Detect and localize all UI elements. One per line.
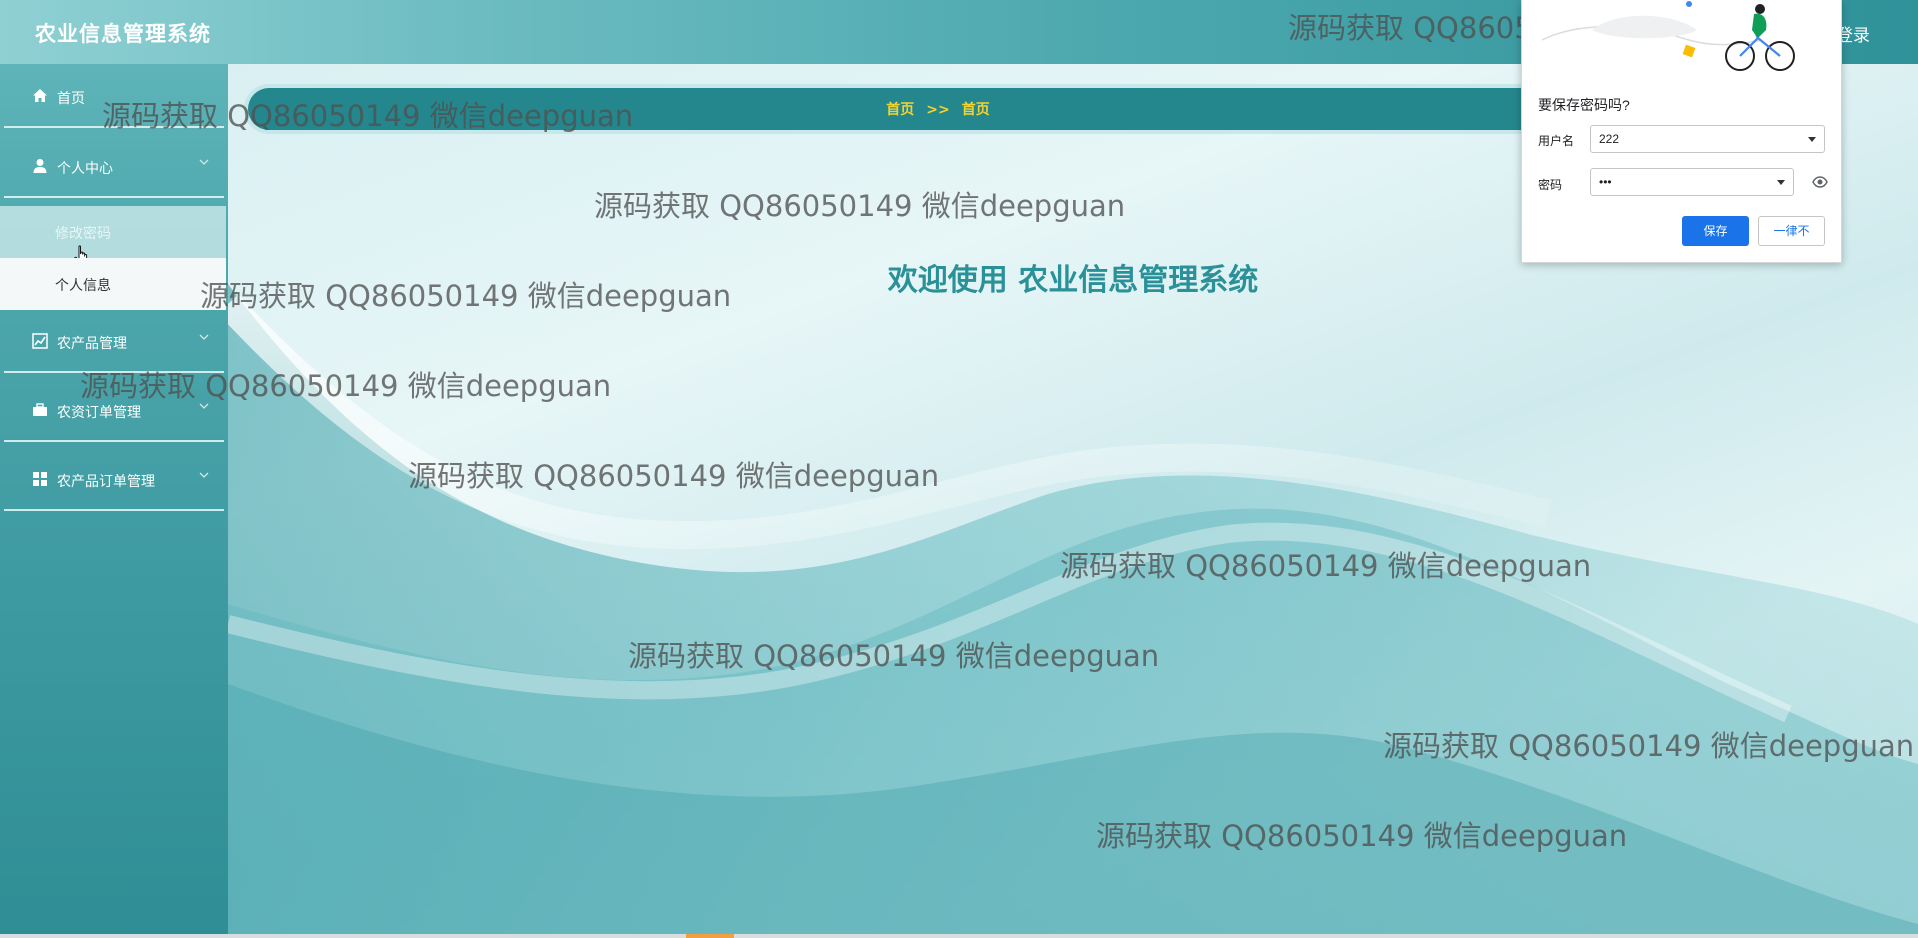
username-select[interactable]: 222 bbox=[1590, 125, 1825, 153]
password-value: ••• bbox=[1599, 175, 1612, 189]
breadcrumb-current: 首页 bbox=[961, 102, 990, 118]
watermark: 源码获取 QQ86050149 微信deepguan bbox=[1383, 729, 1915, 763]
watermark: 源码获取 QQ86050149 微信deepguan bbox=[594, 189, 1126, 223]
sidebar: 首页 个人中心 修改密码 个人信息 农产品管理 农资订单管理 农产品订单管理 bbox=[0, 64, 228, 938]
divider bbox=[4, 509, 224, 511]
divider bbox=[4, 196, 224, 198]
submenu-label: 个人信息 bbox=[55, 278, 111, 294]
sidebar-item-personal-center[interactable]: 个人中心 bbox=[0, 134, 224, 198]
chevron-down-icon bbox=[199, 334, 209, 340]
chevron-down-icon bbox=[199, 472, 209, 478]
username-value: 222 bbox=[1599, 132, 1620, 146]
save-button[interactable]: 保存 bbox=[1682, 216, 1749, 246]
sidebar-item-label: 农产品管理 bbox=[57, 336, 127, 352]
briefcase-icon bbox=[33, 403, 47, 416]
watermark: 源码获取 QQ86050149 微信deepguan bbox=[102, 99, 634, 133]
save-password-popup: 要保存密码吗? 用户名 222 密码 ••• 保存 一律不 bbox=[1521, 0, 1842, 263]
breadcrumb-home[interactable]: 首页 bbox=[886, 102, 914, 118]
home-icon bbox=[33, 89, 47, 102]
sidebar-item-label: 农产品订单管理 bbox=[57, 474, 155, 490]
cyclist-illustration bbox=[1541, 1, 1795, 71]
bottom-strip bbox=[0, 934, 1918, 938]
user-icon bbox=[33, 159, 47, 173]
caret-down-icon bbox=[1777, 180, 1785, 185]
sidebar-item-label: 首页 bbox=[57, 91, 85, 107]
chart-icon bbox=[32, 333, 48, 349]
watermark: 源码获取 QQ86050149 微信deepguan bbox=[80, 369, 612, 403]
watermark: 源码获取 QQ86050149 微信deepguan bbox=[408, 459, 940, 493]
popup-title: 要保存密码吗? bbox=[1538, 97, 1630, 113]
caret-down-icon bbox=[1808, 137, 1816, 142]
watermark: 源码获取 QQ86050149 微信deepguan bbox=[1060, 549, 1592, 583]
chevron-down-icon bbox=[199, 159, 209, 165]
bottom-indicator bbox=[686, 934, 734, 938]
submenu-personal-info[interactable]: 个人信息 bbox=[0, 258, 226, 310]
divider bbox=[4, 440, 224, 442]
password-label: 密码 bbox=[1538, 178, 1563, 192]
submenu-change-password[interactable]: 修改密码 bbox=[0, 206, 226, 258]
never-button[interactable]: 一律不 bbox=[1758, 216, 1825, 246]
app-title: 农业信息管理系统 bbox=[35, 22, 211, 46]
sidebar-item-label: 个人中心 bbox=[57, 161, 113, 177]
watermark: 源码获取 QQ86050149 微信deepguan bbox=[1096, 819, 1628, 853]
sidebar-item-label: 农资订单管理 bbox=[57, 405, 141, 421]
submenu-label: 修改密码 bbox=[55, 226, 111, 242]
username-label: 用户名 bbox=[1538, 134, 1575, 148]
eye-icon[interactable] bbox=[1812, 175, 1828, 189]
password-select[interactable]: ••• bbox=[1590, 168, 1794, 196]
watermark: 源码获取 QQ86050149 微信deepguan bbox=[200, 279, 732, 313]
breadcrumb-separator: >> bbox=[926, 102, 950, 118]
grid-icon bbox=[33, 472, 47, 486]
sidebar-item-product-orders[interactable]: 农产品订单管理 bbox=[0, 447, 224, 511]
watermark: 源码获取 QQ86050149 微信deepguan bbox=[628, 639, 1160, 673]
